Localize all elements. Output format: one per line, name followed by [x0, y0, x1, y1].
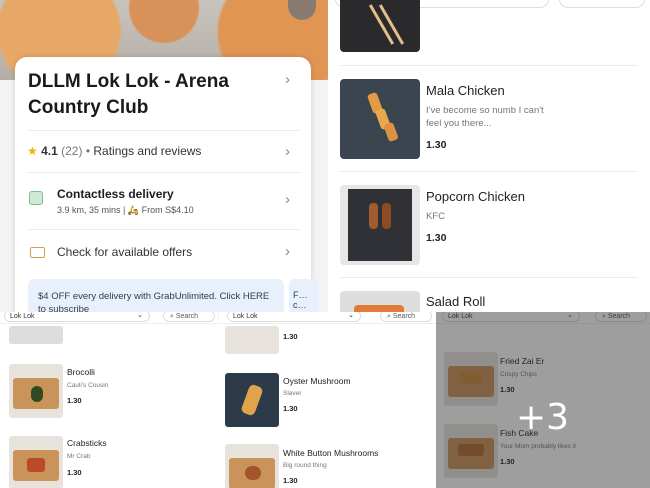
item-price: 1.30	[283, 404, 298, 413]
delivery-separator: |	[123, 205, 126, 215]
item-image-mala-chicken[interactable]	[340, 79, 420, 159]
item-name: Brocolli	[67, 367, 95, 377]
item-price: 1.30	[67, 468, 82, 477]
item-name: Oyster Mushroom	[283, 376, 351, 386]
ratings-row[interactable]: ★ 4.1 (22) • Ratings and reviews	[27, 144, 201, 158]
search-field[interactable]: ⌕ Search	[380, 312, 432, 322]
item-name: Salad Roll	[426, 294, 486, 309]
motorbike-icon: 🛵	[127, 205, 140, 215]
item-price: 1.30	[67, 396, 82, 405]
ratings-label: Ratings and reviews	[93, 144, 202, 158]
item-name: Crabsticks	[67, 438, 107, 448]
store-info-screenshot: DLLM Lok Lok - Arena Country Club › ★ 4.…	[0, 0, 328, 318]
offers-link[interactable]: Check for available offers	[57, 245, 192, 259]
item-image-oyster-mushroom[interactable]	[225, 373, 279, 427]
search-field[interactable]	[559, 0, 645, 8]
mini-header: Lok Lok ⌄ ⌕ Search	[0, 312, 218, 324]
search-icon: ⌕	[387, 313, 391, 320]
rating-value: 4.1	[41, 144, 58, 158]
delivery-info: 3.9 km, 35 mins | 🛵 From S$4.10	[57, 205, 194, 216]
item-image[interactable]	[225, 326, 279, 354]
category-label: Lok Lok	[233, 313, 258, 320]
item-image-popcorn-chicken[interactable]	[340, 185, 420, 265]
search-label: Search	[175, 313, 199, 320]
mini-header: Lok Lok ⌄ ⌕ Search	[219, 312, 435, 324]
category-label: Lok Lok	[10, 313, 35, 320]
category-select[interactable]: Lok Lok ⌄	[227, 312, 361, 322]
menu-list-screenshot: Mala Chicken I've become so numb I can't…	[331, 0, 650, 318]
category-select[interactable]: Lok Lok ⌄	[4, 312, 150, 322]
item-price: 1.30	[283, 332, 298, 341]
menu-list-screenshot-small: Fried Zai Er Crispy Chips 1.30 Fish Cake…	[436, 312, 650, 488]
item-description: Mr Crab	[67, 453, 91, 460]
item-description: Slaver	[283, 390, 302, 397]
chevron-right-icon[interactable]: ›	[285, 191, 290, 208]
chevron-right-icon[interactable]: ›	[285, 71, 290, 88]
delivery-title: Contactless delivery	[57, 187, 174, 201]
item-description: I've become so numb I can't feel you the…	[426, 105, 544, 129]
item-image-white-button-mushrooms[interactable]	[225, 444, 279, 488]
divider	[28, 130, 301, 131]
menu-list-screenshot-small: Brocolli Cauli's Cousin 1.30 Crabsticks …	[0, 312, 218, 488]
chevron-down-icon: ⌄	[137, 312, 143, 319]
delivery-distance-time: 3.9 km, 35 mins	[57, 205, 121, 215]
chevron-right-icon[interactable]: ›	[285, 143, 290, 160]
item-image[interactable]	[340, 0, 420, 52]
chevron-down-icon: ⌄	[348, 312, 354, 319]
item-description: KFC	[426, 211, 445, 222]
item-description: Big round thing	[283, 462, 327, 469]
divider	[28, 172, 301, 173]
item-image[interactable]	[9, 326, 63, 344]
search-icon: ⌕	[170, 313, 174, 320]
contactless-delivery-icon	[29, 191, 43, 205]
divider	[340, 171, 638, 172]
item-description: Cauli's Cousin	[67, 382, 109, 389]
item-price: 1.30	[426, 139, 447, 151]
item-name: White Button Mushrooms	[283, 448, 379, 458]
delivery-fee: From S$4.10	[141, 205, 194, 215]
item-price: 1.30	[426, 232, 447, 244]
more-images-count[interactable]: +3	[516, 397, 569, 438]
share-icon[interactable]	[288, 0, 316, 20]
ticket-icon	[30, 247, 45, 258]
star-icon: ★	[27, 144, 38, 158]
rating-count: (22)	[61, 144, 83, 158]
store-info-card: DLLM Lok Lok - Arena Country Club › ★ 4.…	[15, 57, 319, 318]
item-price: 1.30	[283, 476, 298, 485]
item-image-crabsticks[interactable]	[9, 436, 63, 488]
divider	[340, 277, 638, 278]
rating-separator: •	[85, 144, 91, 158]
menu-list-screenshot-small: 1.30 Oyster Mushroom Slaver 1.30 White B…	[219, 312, 435, 488]
item-name: Mala Chicken	[426, 83, 505, 98]
divider	[28, 229, 301, 230]
divider	[340, 65, 638, 66]
search-label: Search	[392, 313, 416, 320]
chevron-right-icon[interactable]: ›	[285, 243, 290, 260]
search-field[interactable]: ⌕ Search	[163, 312, 215, 322]
item-name: Popcorn Chicken	[426, 189, 525, 204]
store-name: DLLM Lok Lok - Arena Country Club	[28, 71, 229, 118]
item-image-brocolli[interactable]	[9, 364, 63, 418]
